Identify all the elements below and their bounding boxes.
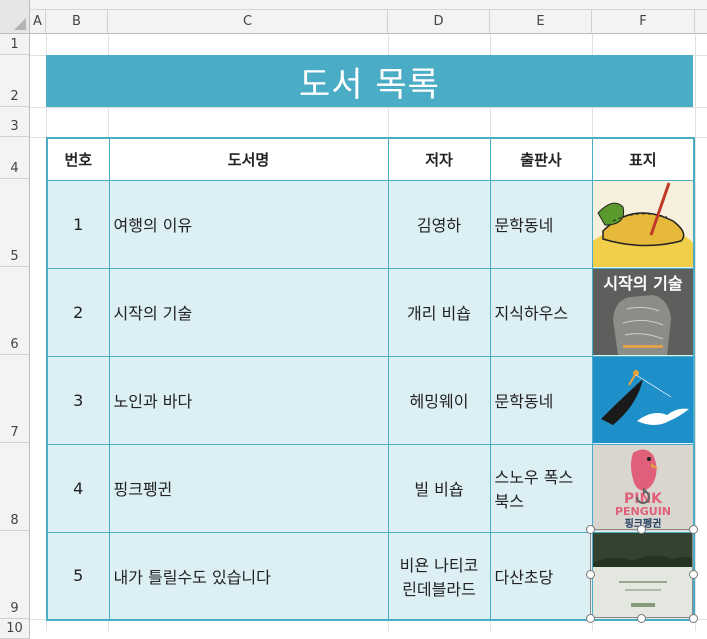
cell-number[interactable]: 1: [46, 179, 110, 269]
ribbon-edge: [0, 0, 707, 10]
cell-author[interactable]: 개리 비숍: [387, 267, 491, 357]
header-cell-author[interactable]: 저자: [387, 137, 491, 181]
resize-handle-top-left[interactable]: [586, 525, 595, 534]
cell-title[interactable]: 내가 틀릴수도 있습니다: [108, 531, 389, 621]
cell-publisher[interactable]: 지식하우스: [489, 267, 593, 357]
resize-handle-bottom[interactable]: [637, 614, 646, 623]
table-row: 5 내가 틀릴수도 있습니다 비욘 나티코 린데블라드 다산초당: [46, 531, 695, 621]
rotate-handle-icon[interactable]: [632, 486, 654, 508]
row-header-8[interactable]: 8: [0, 443, 30, 531]
row-header-7[interactable]: 7: [0, 355, 30, 443]
cell-number[interactable]: 3: [46, 355, 110, 445]
cell-cover[interactable]: [591, 355, 695, 445]
cell-author[interactable]: 비욘 나티코 린데블라드: [387, 531, 491, 621]
cover-art-travel-icon: [592, 181, 693, 267]
header-cell-cover[interactable]: 표지: [591, 137, 695, 181]
cover-art-wrong-icon: [592, 532, 693, 619]
row-header-5[interactable]: 5: [0, 179, 30, 267]
row-header-3[interactable]: 3: [0, 107, 30, 137]
column-header-b[interactable]: B: [46, 10, 108, 34]
gridline: [30, 107, 707, 108]
cell-publisher[interactable]: 문학동네: [489, 179, 593, 269]
cell-number[interactable]: 4: [46, 443, 110, 533]
cell-publisher[interactable]: 문학동네: [489, 355, 593, 445]
cell-title[interactable]: 여행의 이유: [108, 179, 389, 269]
row-header-9[interactable]: 9: [0, 531, 30, 619]
header-cell-publisher[interactable]: 출판사: [489, 137, 593, 181]
book-table: 번호 도서명 저자 출판사 표지 1 여행의 이유 김영하 문학동네 2 시작의…: [46, 137, 695, 621]
table-row: 3 노인과 바다 헤밍웨이 문학동네: [46, 355, 695, 445]
cell-number[interactable]: 5: [46, 531, 110, 621]
cell-author[interactable]: 헤밍웨이: [387, 355, 491, 445]
book-cover-image[interactable]: [592, 181, 693, 267]
cell-author[interactable]: 빌 비숍: [387, 443, 491, 533]
cell-cover[interactable]: [591, 179, 695, 269]
gridline: [695, 34, 696, 631]
cell-author[interactable]: 김영하: [387, 179, 491, 269]
resize-handle-left[interactable]: [586, 570, 595, 579]
table-row: 2 시작의 기술 개리 비숍 지식하우스 시작의 기술: [46, 267, 695, 357]
cell-title[interactable]: 시작의 기술: [108, 267, 389, 357]
row-header-10[interactable]: 10: [0, 619, 30, 639]
cell-publisher[interactable]: 다산초당: [489, 531, 593, 621]
book-cover-image[interactable]: [592, 532, 693, 619]
column-header-f[interactable]: F: [592, 10, 695, 34]
spreadsheet-sheet: A B C D E F 1 2 3 4 5 6 7 8 9 10 도서 목록 번…: [0, 0, 707, 639]
column-header-c[interactable]: C: [108, 10, 388, 34]
column-header-a[interactable]: A: [30, 10, 46, 34]
cell-title[interactable]: 노인과 바다: [108, 355, 389, 445]
resize-handle-top[interactable]: [637, 525, 646, 534]
row-header-1[interactable]: 1: [0, 34, 30, 55]
column-header-g[interactable]: [695, 10, 707, 34]
table-row: 4 핑크펭귄 빌 비숍 스노우 폭스 북스 PINK PENGUIN 핑크펭귄: [46, 443, 695, 533]
table-row: 1 여행의 이유 김영하 문학동네: [46, 179, 695, 269]
row-header-6[interactable]: 6: [0, 267, 30, 355]
row-header-2[interactable]: 2: [0, 55, 30, 107]
select-all-corner[interactable]: [0, 0, 30, 34]
cell-title[interactable]: 핑크펭귄: [108, 443, 389, 533]
resize-handle-right[interactable]: [689, 570, 698, 579]
row-header-4[interactable]: 4: [0, 137, 30, 179]
sheet-title[interactable]: 도서 목록: [46, 55, 693, 107]
cell-number[interactable]: 2: [46, 267, 110, 357]
column-header-d[interactable]: D: [388, 10, 490, 34]
cell-cover[interactable]: 시작의 기술: [591, 267, 695, 357]
table-header-row: 번호 도서명 저자 출판사 표지: [46, 137, 695, 181]
book-cover-image[interactable]: [592, 357, 693, 443]
resize-handle-bottom-left[interactable]: [586, 614, 595, 623]
cell-cover[interactable]: [591, 531, 695, 621]
resize-handle-bottom-right[interactable]: [689, 614, 698, 623]
cover-art-sea-icon: [592, 357, 693, 443]
cover-art-start-icon: 시작의 기술: [592, 269, 693, 355]
header-cell-number[interactable]: 번호: [46, 137, 110, 181]
column-header-e[interactable]: E: [490, 10, 592, 34]
header-cell-title[interactable]: 도서명: [108, 137, 389, 181]
resize-handle-top-right[interactable]: [689, 525, 698, 534]
book-cover-image[interactable]: 시작의 기술: [592, 269, 693, 355]
cover-title-text: 시작의 기술: [603, 274, 682, 293]
cell-publisher[interactable]: 스노우 폭스 북스: [489, 443, 593, 533]
